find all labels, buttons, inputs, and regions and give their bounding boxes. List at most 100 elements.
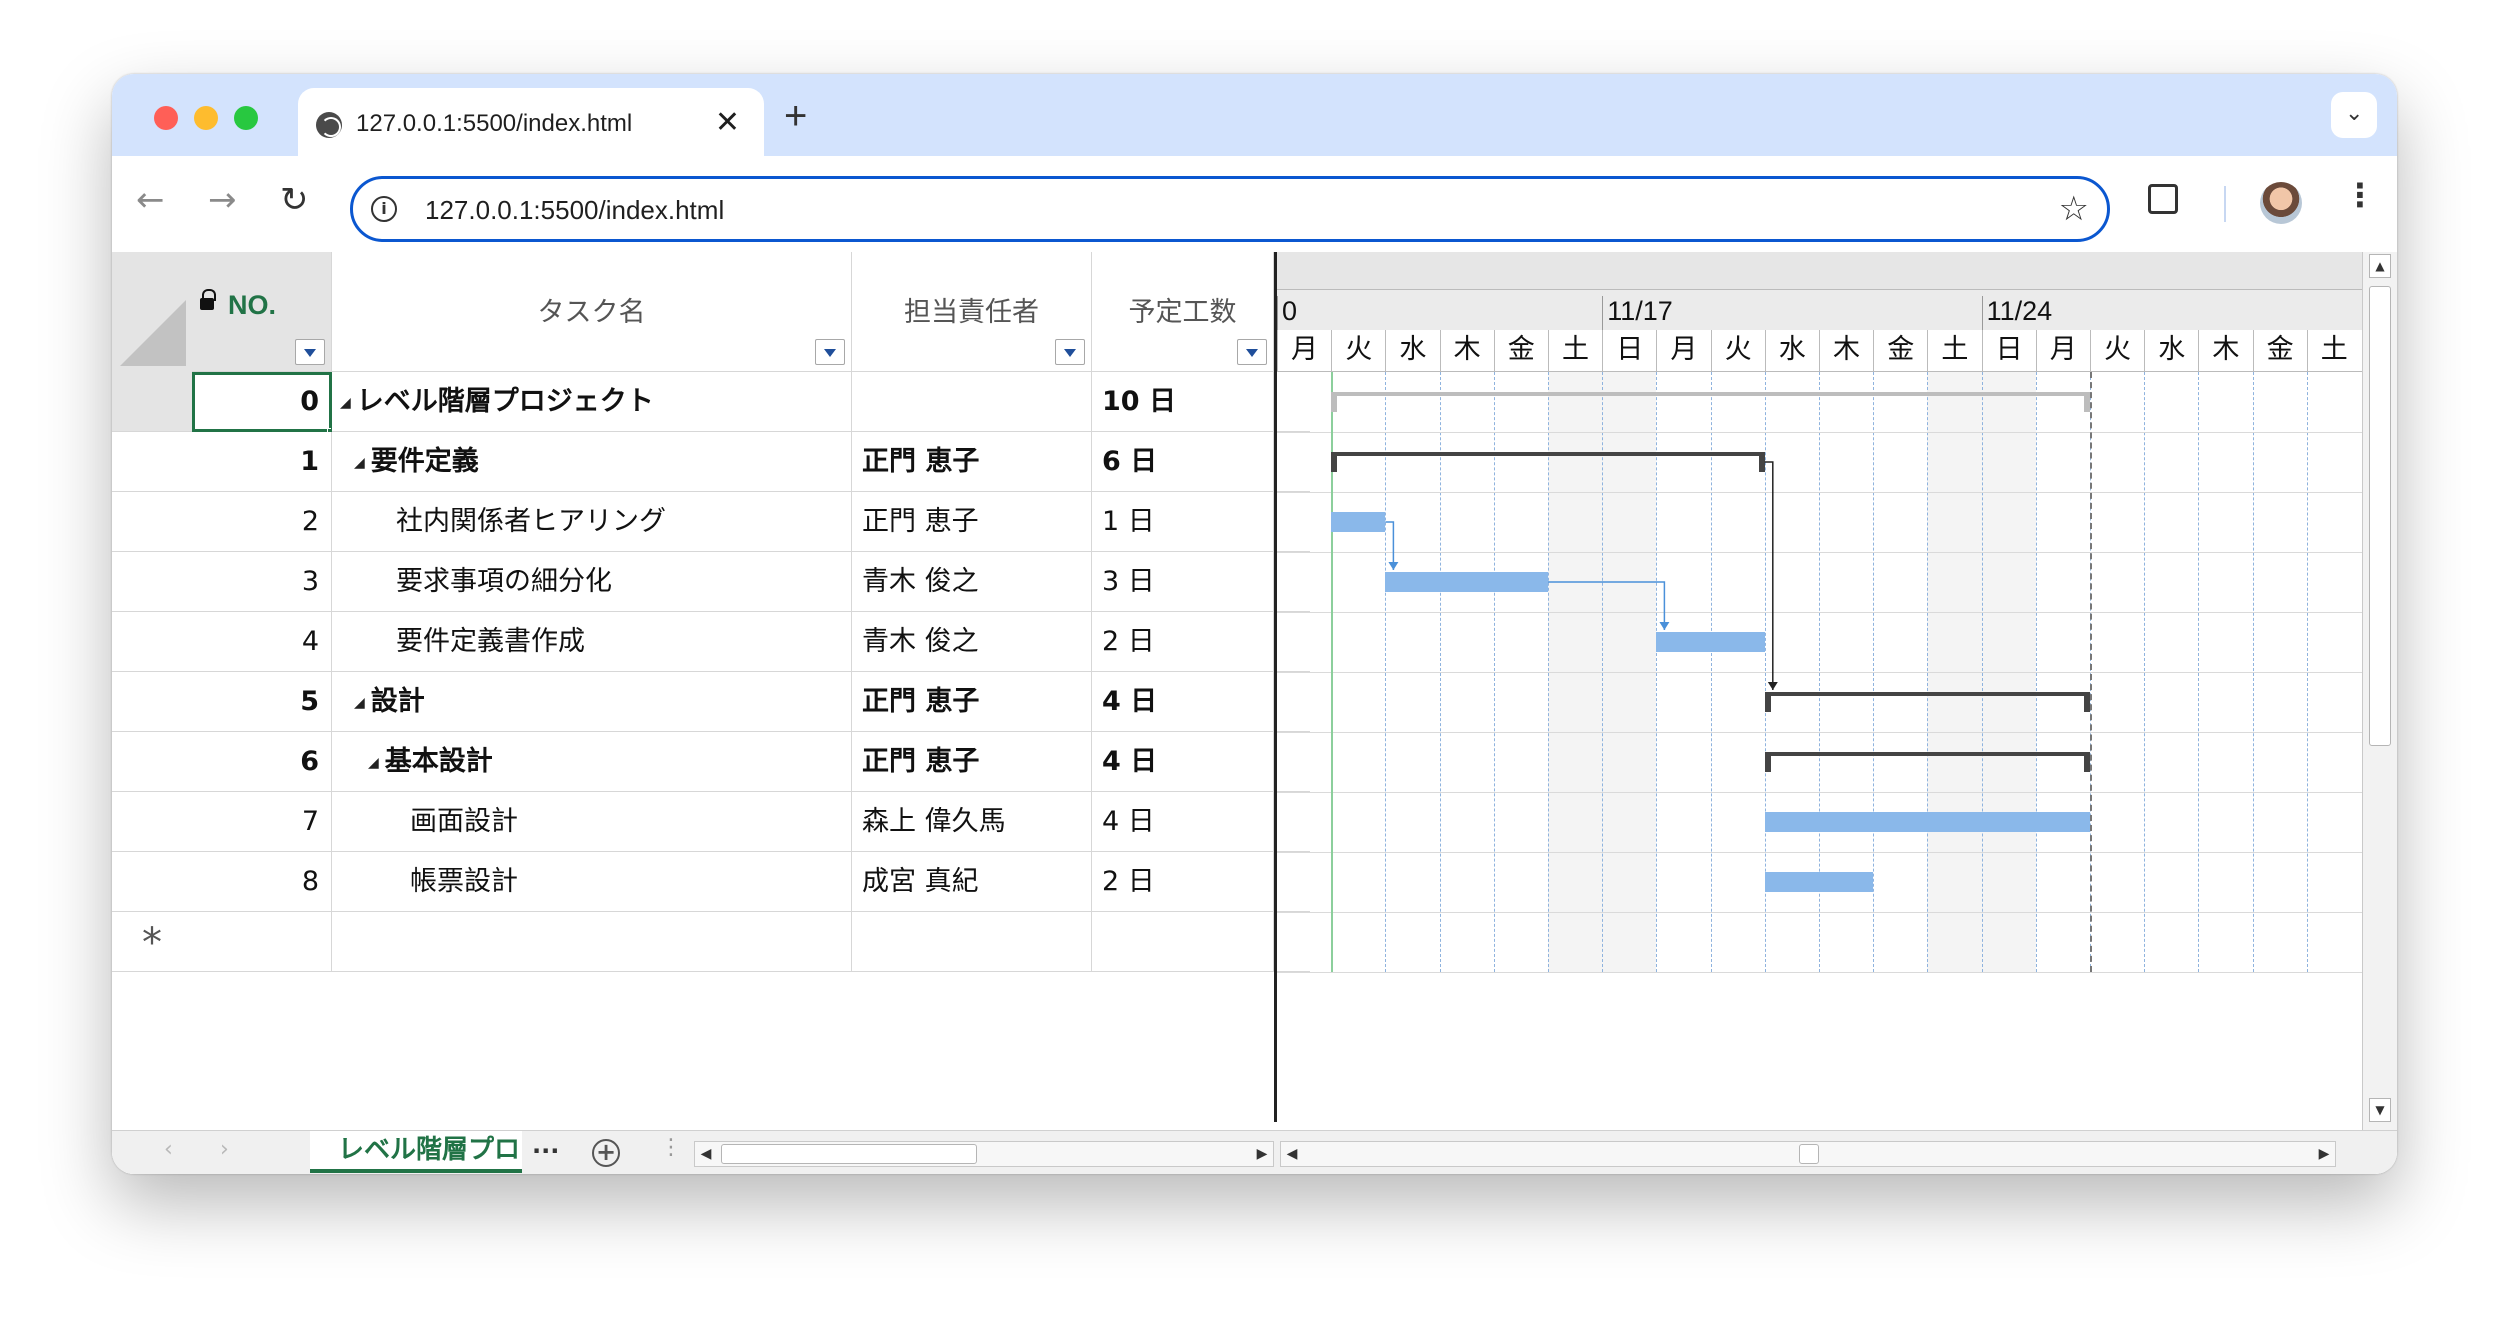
tab-search-button[interactable]: ⌄ [2331,92,2377,138]
collapse-toggle-icon[interactable]: ◢ [354,433,365,493]
close-window-button[interactable] [154,106,178,130]
address-bar[interactable]: i 127.0.0.1:5500/index.html ☆ [350,176,2110,242]
cell-effort[interactable]: 2 日 [1092,612,1274,672]
cell-owner[interactable]: 正門 恵子 [852,732,1092,792]
select-all-corner[interactable] [112,252,192,372]
url-text[interactable]: 127.0.0.1:5500/index.html [425,195,724,226]
table-row[interactable]: 3 要求事項の細分化 青木 俊之 3 日 [192,552,1310,612]
profile-avatar[interactable] [2260,182,2302,224]
extensions-puzzle-icon[interactable] [2148,184,2178,214]
cell-no[interactable]: 8 [192,852,332,912]
forward-arrow-icon[interactable]: → [208,180,237,220]
tab-splitter-handle[interactable]: ⋮ [660,1135,682,1160]
sheet-next-icon[interactable]: › [220,1137,229,1162]
bookmark-star-icon[interactable]: ☆ [2059,189,2089,229]
cell-owner[interactable]: 正門 恵子 [852,492,1092,552]
cell-task[interactable]: ◢ 基本設計 [332,732,852,792]
cell-no[interactable]: 4 [192,612,332,672]
cell-owner[interactable]: 森上 偉久馬 [852,792,1092,852]
cell-no[interactable]: 6 [192,732,332,792]
cell-task[interactable]: 帳票設計 [332,852,852,912]
more-menu-icon[interactable]: ⋮ [2344,176,2376,214]
scroll-left-arrow-icon[interactable]: ◀ [695,1142,717,1166]
cell-no[interactable]: 5 [192,672,332,732]
scroll-left-arrow-icon[interactable]: ◀ [1281,1142,1303,1166]
cell-owner[interactable]: 正門 恵子 [852,672,1092,732]
gantt-horizontal-scrollbar[interactable]: ◀ ▶ [1280,1141,2336,1167]
scroll-right-arrow-icon[interactable]: ▶ [1251,1142,1273,1166]
cell-owner[interactable]: 青木 俊之 [852,612,1092,672]
cell-owner[interactable]: 成宮 真紀 [852,852,1092,912]
row-header[interactable] [112,492,192,552]
add-sheet-button[interactable]: + [592,1139,620,1167]
browser-tab[interactable]: 127.0.0.1:5500/index.html ✕ [298,88,764,156]
new-tab-button[interactable]: + [784,94,807,139]
cell-no[interactable]: 2 [192,492,332,552]
cell-task[interactable]: 社内関係者ヒアリング [332,492,852,552]
cell-task[interactable]: 画面設計 [332,792,852,852]
filter-dropdown-button[interactable] [1055,339,1085,365]
cell-effort[interactable]: 4 日 [1092,732,1274,792]
cell-no[interactable]: 3 [192,552,332,612]
filter-dropdown-button[interactable] [1237,339,1267,365]
cell-effort[interactable]: 4 日 [1092,792,1274,852]
cell-owner[interactable]: 正門 恵子 [852,432,1092,492]
new-row-header[interactable]: * [112,912,192,972]
back-arrow-icon[interactable]: ← [136,180,165,220]
cell-effort[interactable]: 6 日 [1092,432,1274,492]
table-row[interactable]: 8 帳票設計 成宮 真紀 2 日 [192,852,1310,912]
cell-no[interactable]: 7 [192,792,332,852]
column-header-effort[interactable]: 予定工数 [1092,252,1274,372]
maximize-window-button[interactable] [234,106,258,130]
grid-scroll-thumb[interactable] [721,1144,977,1164]
sheet-more-button[interactable]: ... [532,1131,559,1159]
row-header[interactable] [112,432,192,492]
column-header-task[interactable]: タスク名 [332,252,852,372]
scroll-up-arrow-icon[interactable]: ▲ [2369,254,2391,278]
cell-task[interactable]: ◢ 設計 [332,672,852,732]
collapse-toggle-icon[interactable]: ◢ [354,673,365,733]
collapse-toggle-icon[interactable]: ◢ [368,733,379,793]
column-header-owner[interactable]: 担当責任者 [852,252,1092,372]
cell-effort[interactable]: 3 日 [1092,552,1274,612]
cell-owner[interactable]: 青木 俊之 [852,552,1092,612]
table-row[interactable]: 6 ◢ 基本設計 正門 恵子 4 日 [192,732,1310,792]
minimize-window-button[interactable] [194,106,218,130]
column-header-no[interactable]: NO. [192,252,332,372]
table-row[interactable]: 7 画面設計 森上 偉久馬 4 日 [192,792,1310,852]
row-header[interactable] [112,852,192,912]
cell-effort[interactable]: 1 日 [1092,492,1274,552]
table-row[interactable]: 2 社内関係者ヒアリング 正門 恵子 1 日 [192,492,1310,552]
reload-icon[interactable]: ↻ [280,180,309,220]
grid-horizontal-scrollbar[interactable]: ◀ ▶ [694,1141,1274,1167]
cell-task[interactable]: 要求事項の細分化 [332,552,852,612]
cell-no[interactable]: 1 [192,432,332,492]
sheet-prev-icon[interactable]: ‹ [164,1137,173,1162]
table-row[interactable]: 4 要件定義書作成 青木 俊之 2 日 [192,612,1310,672]
filter-dropdown-button[interactable] [815,339,845,365]
filter-dropdown-button[interactable] [295,339,325,365]
row-header[interactable] [112,672,192,732]
new-row[interactable] [192,912,1310,972]
row-header[interactable] [112,612,192,672]
cell-effort[interactable]: 2 日 [1092,852,1274,912]
cell-task[interactable]: 要件定義書作成 [332,612,852,672]
cell-task[interactable]: ◢ 要件定義 [332,432,852,492]
row-header[interactable] [112,792,192,852]
table-row[interactable]: 5 ◢ 設計 正門 恵子 4 日 [192,672,1310,732]
vertical-scrollbar[interactable]: ▲ ▼ [2362,252,2397,1130]
cell-effort[interactable]: 10 日 [1092,372,1274,432]
vertical-scroll-thumb[interactable] [2369,286,2391,746]
row-header[interactable] [112,552,192,612]
gantt-scroll-thumb[interactable] [1799,1144,1819,1164]
row-header[interactable] [112,372,192,432]
cell-owner[interactable] [852,372,1092,432]
collapse-toggle-icon[interactable]: ◢ [340,373,351,433]
table-row[interactable]: 1 ◢ 要件定義 正門 恵子 6 日 [192,432,1310,492]
cell-no[interactable]: 0 [192,372,332,432]
table-row[interactable]: 0 ◢ レベル階層プロジェクト 10 日 [192,372,1310,432]
cell-effort[interactable]: 4 日 [1092,672,1274,732]
tab-close-icon[interactable]: ✕ [715,105,740,140]
scroll-down-arrow-icon[interactable]: ▼ [2369,1098,2391,1122]
scroll-right-arrow-icon[interactable]: ▶ [2313,1142,2335,1166]
